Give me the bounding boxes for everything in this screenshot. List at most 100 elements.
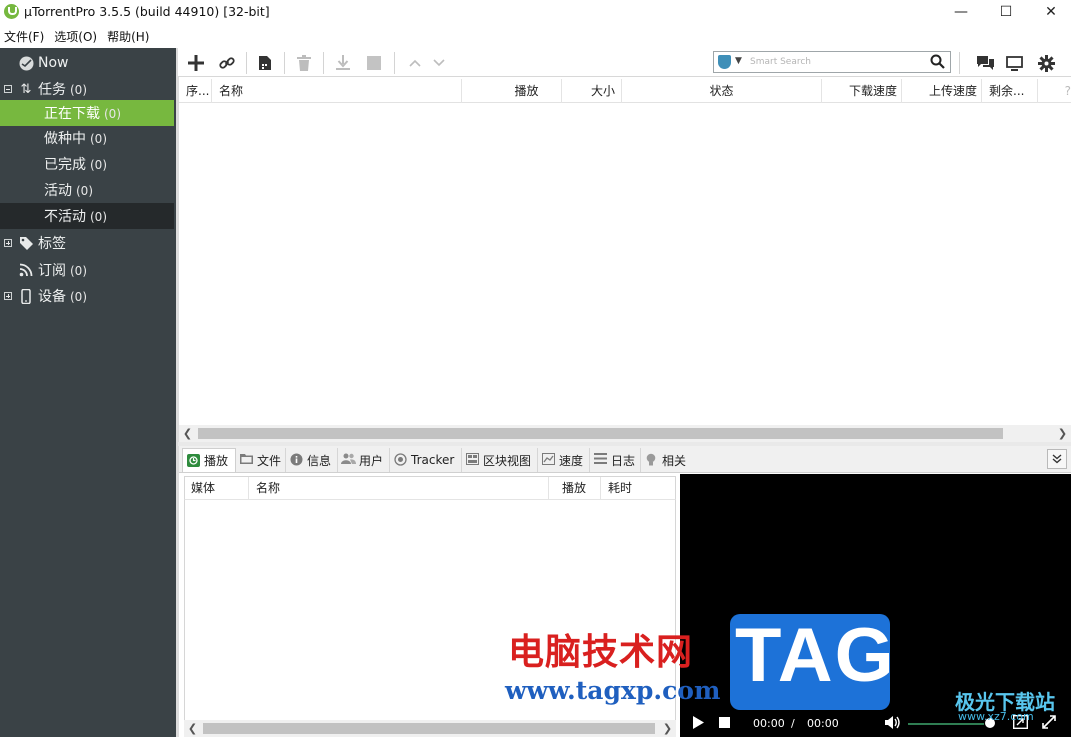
- scroll-left-icon[interactable]: ❮: [184, 720, 201, 737]
- maximize-button[interactable]: ☐: [983, 0, 1029, 24]
- tab-log[interactable]: 日志: [590, 448, 641, 472]
- title-bar: µTorrentPro 3.5.5 (build 44910) [32-bit]…: [0, 0, 1071, 24]
- sidebar-item-seeding[interactable]: 做种中 (0): [0, 125, 174, 151]
- start-button[interactable]: [332, 52, 354, 74]
- utorrent-logo-icon: [4, 4, 19, 19]
- sidebar-item-label: 活动: [44, 183, 72, 199]
- sidebar-item-inactive[interactable]: 不活动 (0): [0, 203, 174, 229]
- add-torrent-button[interactable]: [185, 52, 207, 74]
- volume-slider-track[interactable]: [908, 723, 984, 725]
- tab-speed[interactable]: 速度: [538, 448, 590, 472]
- sidebar-item-devices[interactable]: 设备 (0): [0, 283, 174, 309]
- toolbar-separator: [394, 52, 395, 74]
- column-header-order[interactable]: 序...: [179, 79, 212, 103]
- menu-file[interactable]: 文件(F): [0, 26, 50, 46]
- chat-button[interactable]: [974, 52, 996, 74]
- column-header-media[interactable]: 媒体: [185, 477, 249, 499]
- tab-pieces[interactable]: 区块视图: [462, 448, 538, 472]
- watermark-jg-url: www.xz7.com: [958, 710, 1034, 723]
- count-badge: (0): [70, 264, 87, 278]
- column-header-status[interactable]: 状态: [622, 79, 822, 103]
- move-up-button[interactable]: [404, 52, 426, 74]
- menu-help[interactable]: 帮助(H): [103, 26, 155, 46]
- settings-button[interactable]: [1035, 52, 1057, 74]
- search-input[interactable]: [750, 54, 922, 70]
- play-list-hscrollbar[interactable]: ❮ ❯: [184, 720, 676, 737]
- stop-button[interactable]: [363, 52, 385, 74]
- column-header-download-speed[interactable]: 下载速度: [822, 79, 902, 103]
- search-button[interactable]: [930, 54, 946, 70]
- scroll-left-icon[interactable]: ❮: [179, 425, 196, 442]
- tab-peers[interactable]: 用户: [338, 448, 390, 472]
- sidebar-item-labels[interactable]: 标签: [0, 230, 174, 256]
- stop-button[interactable]: [719, 717, 730, 731]
- fullscreen-icon: [1042, 715, 1056, 729]
- list-icon: [593, 453, 607, 467]
- toolbar-separator: [323, 52, 324, 74]
- scrollbar-thumb[interactable]: [198, 428, 1003, 439]
- menu-options[interactable]: 选项(O): [50, 26, 103, 46]
- volume-button[interactable]: [885, 716, 901, 732]
- tab-files[interactable]: 文件: [236, 448, 286, 472]
- move-down-button[interactable]: [428, 52, 450, 74]
- torrent-list-hscrollbar[interactable]: ❮ ❯: [179, 425, 1071, 442]
- column-header-name[interactable]: 名称: [212, 79, 462, 103]
- tab-info[interactable]: 信息: [286, 448, 338, 472]
- current-time: 00:00: [753, 717, 785, 730]
- sidebar-item-now[interactable]: Now: [0, 50, 174, 76]
- remote-button[interactable]: [1003, 52, 1025, 74]
- column-header-play[interactable]: 播放: [549, 477, 601, 499]
- play-button[interactable]: [692, 716, 704, 732]
- toolbar: ▼: [178, 48, 1071, 77]
- sidebar-item-tasks[interactable]: ⇅ 任务 (0): [0, 76, 174, 102]
- watermark-tag-text: TAG: [735, 613, 896, 698]
- tracker-icon: [393, 453, 407, 467]
- sidebar-item-label: 标签: [38, 236, 66, 252]
- sidebar-item-active[interactable]: 活动 (0): [0, 177, 174, 203]
- minimize-button[interactable]: —: [938, 0, 984, 24]
- sidebar-item-feeds[interactable]: 订阅 (0): [0, 257, 174, 283]
- count-badge: (0): [70, 290, 87, 304]
- torrent-list[interactable]: [179, 103, 1071, 425]
- column-header-play[interactable]: 播放: [462, 79, 562, 103]
- column-header-upload-speed[interactable]: 上传速度: [902, 79, 982, 103]
- tab-related[interactable]: 相关: [641, 448, 691, 472]
- menu-bar: 文件(F) 选项(O) 帮助(H): [0, 26, 155, 46]
- collapse-icon[interactable]: [4, 85, 12, 93]
- chevron-down-icon: [433, 59, 445, 67]
- sidebar: Now ⇅ 任务 (0) 正在下载 (0) 做种中 (0) 已完成 (0) 活动 (0) …: [0, 48, 176, 737]
- search-provider-icon[interactable]: [718, 55, 731, 69]
- column-header-elapsed[interactable]: 耗时: [601, 477, 675, 499]
- smart-search-box: ▼: [713, 51, 951, 73]
- add-torrent-icon: [188, 55, 204, 71]
- expand-icon[interactable]: [4, 239, 12, 247]
- tab-tracker[interactable]: Tracker: [390, 448, 462, 472]
- create-torrent-button[interactable]: [254, 52, 276, 74]
- play-tab-icon: [186, 453, 200, 468]
- info-icon: [289, 453, 303, 467]
- sidebar-item-downloading[interactable]: 正在下载 (0): [0, 100, 174, 126]
- now-icon: [18, 55, 34, 71]
- watermark-site-url: www.tagxp.com: [505, 676, 721, 705]
- collapse-panel-button[interactable]: [1047, 449, 1067, 469]
- sidebar-item-completed[interactable]: 已完成 (0): [0, 151, 174, 177]
- caret-down-icon[interactable]: ▼: [735, 56, 742, 66]
- remove-button[interactable]: [293, 52, 315, 74]
- scrollbar-thumb[interactable]: [203, 723, 655, 734]
- download-icon: [336, 55, 350, 70]
- column-header-more[interactable]: ?: [1038, 79, 1071, 103]
- folder-icon: [239, 453, 253, 467]
- scroll-right-icon[interactable]: ❯: [659, 720, 676, 737]
- column-header-name[interactable]: 名称: [249, 477, 549, 499]
- tag-icon: [18, 235, 34, 251]
- detail-tabs: 播放 文件 信息 用户 Tracker 区块视图 速度 日志 相关: [179, 446, 1071, 473]
- tab-play[interactable]: 播放: [182, 448, 236, 472]
- sidebar-item-label: 设备: [38, 289, 66, 305]
- scroll-right-icon[interactable]: ❯: [1054, 425, 1071, 442]
- close-button[interactable]: ✕: [1028, 0, 1071, 24]
- column-header-remaining[interactable]: 剩余...: [982, 79, 1038, 103]
- column-header-size[interactable]: 大小: [562, 79, 622, 103]
- add-url-button[interactable]: [216, 52, 238, 74]
- fullscreen-button[interactable]: [1042, 715, 1056, 732]
- expand-icon[interactable]: [4, 292, 12, 300]
